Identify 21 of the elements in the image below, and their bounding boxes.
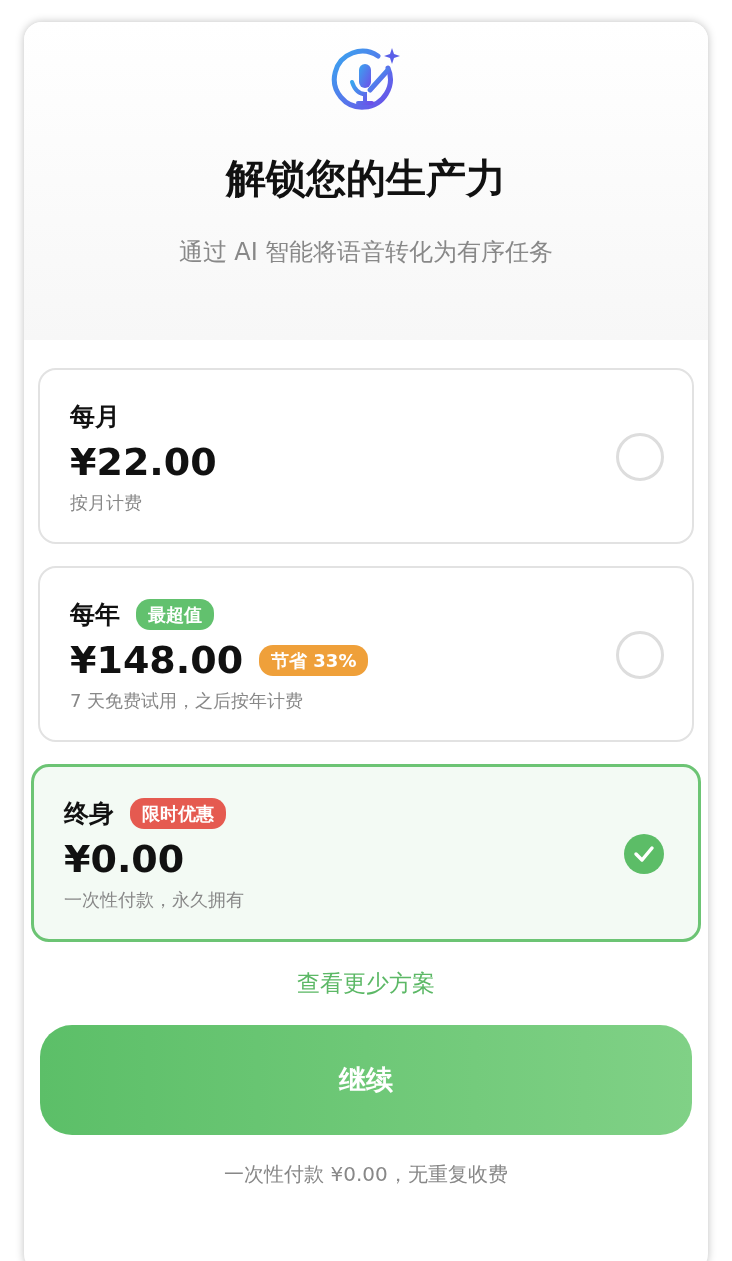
badge-label: 最超值: [136, 599, 214, 631]
plan-price: ¥148.00: [70, 637, 244, 684]
plan-card[interactable]: 每月 ¥22.00 按月计费: [38, 368, 694, 545]
footnote: 一次性付款 ¥0.00，无重复收费: [224, 1161, 508, 1186]
page-subtitle: 通过 AI 智能将语音转化为有序任务: [177, 237, 555, 268]
badge-label: 限时优惠: [130, 798, 226, 830]
plan-name: 每月: [70, 401, 120, 433]
plan-name: 每年: [70, 599, 120, 632]
plan-note: 按月计费: [70, 491, 143, 516]
radio-button[interactable]: [616, 631, 664, 680]
plan-note: 7 天免费试用，之后按年计费: [70, 689, 305, 714]
plan-name: 终身: [64, 798, 114, 831]
plan-card[interactable]: 终身 限时优惠 ¥0.00 一次性付款，永久拥有: [31, 764, 701, 943]
plan-note: 一次性付款，永久拥有: [64, 888, 245, 913]
plan-card[interactable]: 每年 最超值 ¥148.00 节省 33% 7 天免费试用，之后按年计费: [38, 566, 694, 743]
checked-radio-icon[interactable]: [624, 834, 664, 875]
radio-button[interactable]: [616, 433, 664, 482]
plan-price: ¥0.00: [64, 836, 185, 883]
plan-price: ¥22.00: [70, 439, 217, 486]
badge-label: 节省 33%: [259, 644, 369, 676]
page-title: 解锁您的生产力: [224, 154, 507, 203]
